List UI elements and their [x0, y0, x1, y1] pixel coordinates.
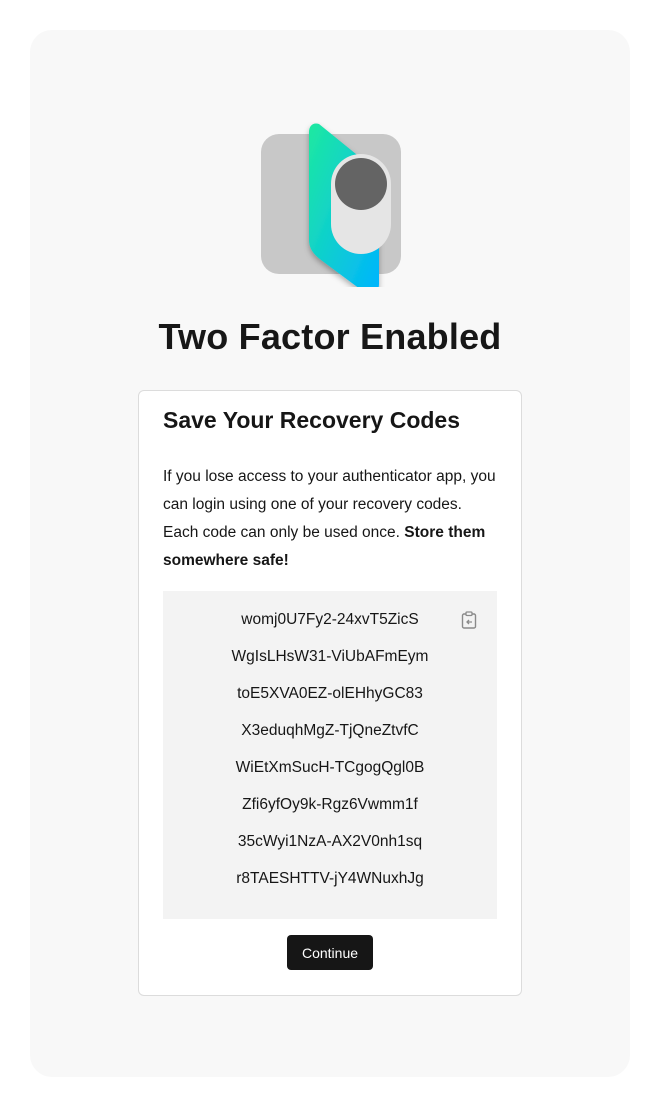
- continue-button[interactable]: Continue: [287, 935, 373, 970]
- recovery-code: r8TAESHTTV-jY4WNuxhJg: [236, 870, 424, 887]
- card-title: Save Your Recovery Codes: [163, 407, 461, 433]
- recovery-code: WgIsLHsW31-ViUbAFmEym: [231, 648, 429, 665]
- recovery-codes-list: womj0U7Fy2-24xvT5ZicS WgIsLHsW31-ViUbAFm…: [163, 609, 497, 905]
- toggle-switch-icon: [309, 123, 391, 287]
- recovery-codes-box: womj0U7Fy2-24xvT5ZicS WgIsLHsW31-ViUbAFm…: [163, 591, 497, 919]
- card-description: If you lose access to your authenticator…: [163, 463, 499, 575]
- recovery-code: Zfi6yfOy9k-Rgz6Vwmm1f: [242, 796, 418, 813]
- recovery-code: toE5XVA0EZ-olEHhyGC83: [237, 685, 423, 702]
- recovery-code: WiEtXmSucH-TCgogQgl0B: [235, 759, 425, 776]
- recovery-code: X3eduqhMgZ-TjQneZtvfC: [241, 722, 419, 739]
- two-factor-toggle-icon: [261, 122, 401, 287]
- recovery-code: womj0U7Fy2-24xvT5ZicS: [241, 611, 419, 628]
- page-container: Two Factor Enabled Save Your Recovery Co…: [30, 30, 630, 1077]
- recovery-codes-card: Save Your Recovery Codes If you lose acc…: [138, 390, 522, 996]
- recovery-code: 35cWyi1NzA-AX2V0nh1sq: [237, 833, 423, 850]
- page-title: Two Factor Enabled: [158, 316, 502, 357]
